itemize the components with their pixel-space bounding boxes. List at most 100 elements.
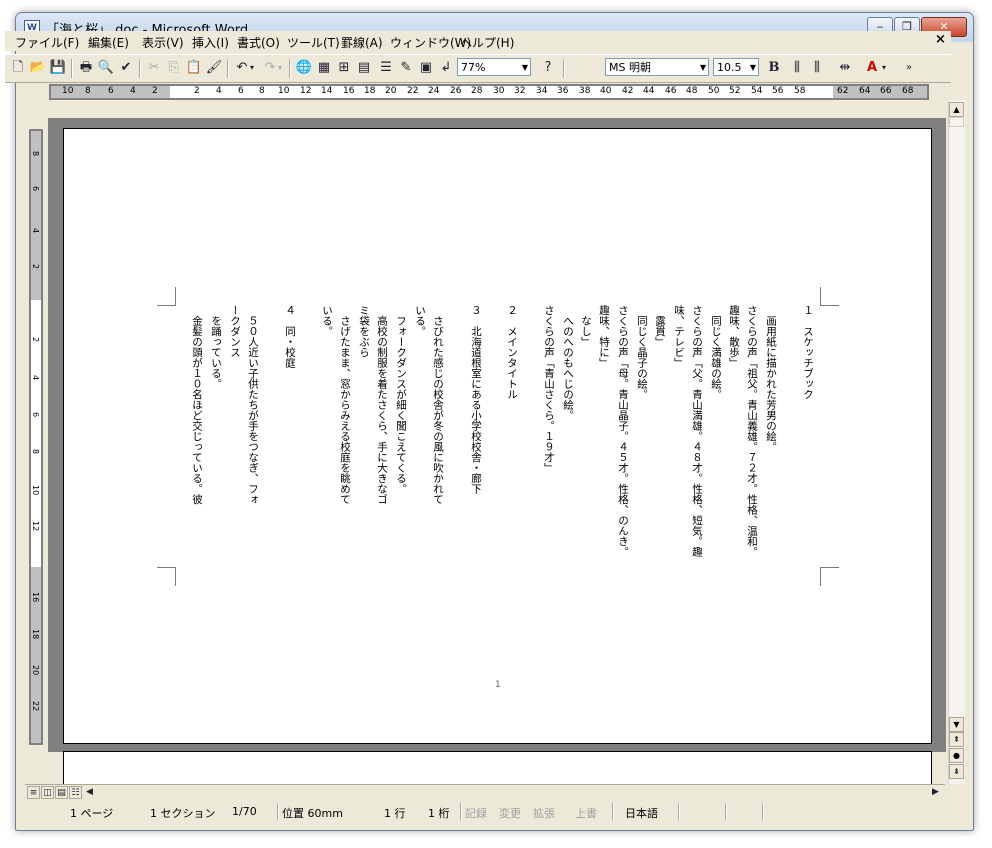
text-column[interactable]: さくらの声「祖父。青山義雄。７２才。性格、温和。	[746, 305, 758, 557]
text-column[interactable]: さげたまま、窓からみえる校庭を眺めて	[339, 305, 351, 505]
ruler-tick: 22	[407, 86, 419, 96]
menu-table[interactable]: 罫線(A)	[341, 34, 383, 51]
distribute-icon[interactable]: ⫼	[808, 59, 826, 77]
copy-icon[interactable]: ⎘	[165, 59, 183, 77]
text-column[interactable]: １ スケッチブック	[802, 305, 814, 400]
text-column[interactable]: ３ 北海道根室にある小学校校舎・廊下	[470, 305, 482, 494]
close-document-button[interactable]: ×	[933, 32, 948, 48]
text-column[interactable]: いる。	[414, 305, 426, 337]
next-page-icon[interactable]: ⇟	[949, 764, 964, 779]
toolbar-options-icon[interactable]: »	[903, 59, 915, 77]
character-spacing-icon[interactable]: ⇹	[836, 59, 854, 77]
scroll-up-icon[interactable]: ▲	[949, 102, 964, 117]
tables-borders-icon[interactable]: ▦	[315, 59, 333, 77]
ruler-tick: 8	[31, 151, 40, 157]
text-column[interactable]: ４ 同・校庭	[284, 305, 296, 368]
text-column[interactable]: 趣味、特に」	[598, 305, 610, 368]
status-track-changes[interactable]: 変更	[499, 805, 521, 821]
hyperlink-icon[interactable]: 🌐	[295, 59, 313, 77]
text-column[interactable]: 画用紙に描かれた芳男の絵。	[765, 305, 777, 453]
menu-file[interactable]: ファイル(F)	[15, 34, 79, 51]
undo-dropdown-icon[interactable]: ▾	[247, 59, 257, 77]
text-column[interactable]: さくらの声「父。青山満雄。４８才。性格、短気。趣	[691, 305, 703, 557]
vertical-ruler[interactable]: 8 6 4 2 2 4 6 8 10 12 16 18 20 22	[29, 129, 43, 745]
scroll-down-icon[interactable]: ▼	[949, 717, 964, 732]
web-layout-view-icon[interactable]: ◫	[41, 786, 54, 799]
help-icon[interactable]: ?	[539, 59, 557, 77]
select-browse-object-icon[interactable]: ●	[949, 748, 964, 763]
print-preview-icon[interactable]: 🔍	[97, 59, 115, 77]
text-column[interactable]: さくらの声「青山さくら。１９才」	[543, 305, 555, 473]
text-column[interactable]: ークダンス	[229, 305, 241, 358]
print-layout-view-icon[interactable]: ▤	[55, 786, 68, 799]
status-separator	[725, 803, 727, 820]
insert-excel-icon[interactable]: ▤	[355, 59, 373, 77]
text-column[interactable]: ２ メインタイトル	[506, 305, 518, 400]
spelling-icon[interactable]: ✔	[117, 59, 135, 77]
ruler-tick: 10	[31, 485, 40, 496]
text-column[interactable]: ミ袋をぶら	[358, 305, 370, 358]
show-hide-icon[interactable]: ↲	[437, 59, 455, 77]
insert-table-icon[interactable]: ⊞	[335, 59, 353, 77]
outline-view-icon[interactable]: ☷	[69, 786, 82, 799]
text-column[interactable]: さくらの声「母。青山晶子。４５才。性格、のんき。	[617, 305, 629, 557]
format-painter-icon[interactable]: 🖌	[205, 59, 223, 77]
new-document-icon[interactable]: 🗋	[9, 59, 27, 77]
text-column[interactable]: 味、テレビ」	[673, 305, 685, 368]
horizontal-scrollbar[interactable]: ≡ ◫ ▤ ☷ ◀ ▶	[25, 784, 945, 801]
ruler-tick: 12	[300, 86, 312, 96]
ruler-tick: 52	[729, 86, 741, 96]
font-size-select[interactable]: 10.5 ▼	[713, 58, 759, 76]
align-icon[interactable]: ⫼	[788, 59, 806, 77]
ruler-tick: 8	[259, 86, 265, 96]
menu-tools[interactable]: ツール(T)	[287, 34, 340, 51]
text-column[interactable]: 同じく満雄の絵。	[710, 305, 722, 400]
menu-edit[interactable]: 編集(E)	[88, 34, 129, 51]
font-name-select[interactable]: MS 明朝 ▼	[605, 58, 709, 76]
save-icon[interactable]: 💾	[49, 59, 67, 77]
paste-icon[interactable]: 📋	[185, 59, 203, 77]
scroll-right-icon[interactable]: ▶	[929, 786, 942, 799]
bold-button[interactable]: B	[765, 59, 783, 77]
text-column[interactable]: へのへのもへじの絵。	[562, 305, 574, 421]
text-column[interactable]: 同じく晶子の絵。	[636, 305, 648, 400]
drawing-icon[interactable]: ✎	[397, 59, 415, 77]
status-extend-selection[interactable]: 拡張	[533, 805, 555, 821]
status-column: 1 桁	[428, 807, 450, 820]
horizontal-ruler[interactable]: 10 8 6 4 2 2 4 6 8 10 12 14 16 18 20 22 …	[49, 84, 929, 100]
menu-insert[interactable]: 挿入(I)	[192, 34, 229, 51]
redo-dropdown-icon[interactable]: ▾	[275, 59, 285, 77]
columns-icon[interactable]: ☰	[377, 59, 395, 77]
text-column[interactable]: 高校の制服を着たさくら、手に大きなゴ	[376, 305, 388, 505]
crop-mark-top-left	[157, 287, 176, 306]
menu-help[interactable]: ヘルプ(H)	[460, 34, 514, 51]
ruler-tick: 4	[31, 228, 40, 234]
document-map-icon[interactable]: ▣	[417, 59, 435, 77]
menu-view[interactable]: 表示(V)	[142, 34, 184, 51]
text-column[interactable]: いる。	[321, 305, 333, 337]
chevron-down-icon: ▼	[749, 63, 756, 72]
text-column[interactable]: 露貫」	[654, 305, 666, 348]
status-overtype[interactable]: 上書	[575, 805, 597, 821]
status-record-macro[interactable]: 記録	[465, 805, 487, 821]
text-column[interactable]: を踊っている。	[210, 305, 222, 390]
menu-format[interactable]: 書式(O)	[237, 34, 280, 51]
cut-icon[interactable]: ✂	[145, 59, 163, 77]
vertical-scrollbar[interactable]: ▲ ▼ ⇞ ● ⇟	[948, 100, 965, 784]
toolbar-separator	[227, 59, 229, 78]
text-column[interactable]: ５０人近い子供たちが手をつなぎ、フォ	[247, 305, 259, 505]
open-folder-icon[interactable]: 📂	[29, 59, 47, 77]
normal-view-icon[interactable]: ≡	[27, 786, 40, 799]
text-column[interactable]: 趣味、散歩」	[728, 305, 740, 368]
zoom-select[interactable]: 77% ▼	[457, 58, 531, 76]
text-column[interactable]: さびれた感じの校舎が冬の風に吹かれて	[432, 305, 444, 505]
text-column[interactable]: 金髪の頭が１０名ほど交じっている。彼	[191, 305, 203, 505]
scroll-left-icon[interactable]: ◀	[83, 786, 96, 799]
text-column[interactable]: なし」	[580, 305, 592, 348]
text-column[interactable]: フォークダンスが細く聞こえてくる。	[395, 305, 407, 495]
print-icon[interactable]: 🖶	[77, 59, 95, 77]
previous-page-icon[interactable]: ⇞	[949, 732, 964, 747]
scroll-thumb[interactable]	[949, 117, 964, 127]
font-color-dropdown-icon[interactable]: ▾	[879, 59, 889, 77]
ruler-tick: 2	[31, 337, 40, 343]
